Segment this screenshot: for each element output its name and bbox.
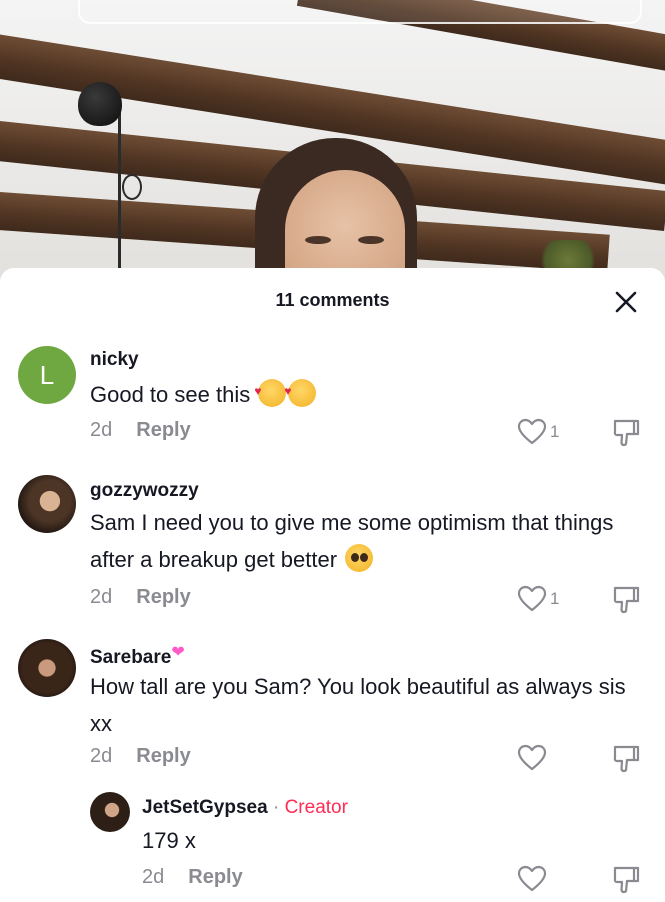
avatar[interactable] <box>18 475 76 533</box>
thumbs-down-outline-icon <box>613 866 640 894</box>
person-eye <box>305 236 331 244</box>
like-button[interactable]: 1 <box>517 418 559 446</box>
comment-username-text: Sarebare <box>90 647 172 668</box>
comments-count-title: 11 comments <box>275 290 390 310</box>
lamp <box>78 82 122 126</box>
smiling-face-with-hearts-icon <box>254 373 287 410</box>
thumbs-down-outline-icon <box>613 419 640 447</box>
comment-meta: 2d Reply <box>90 419 191 442</box>
reply-button[interactable]: Reply <box>188 866 242 888</box>
like-count: 1 <box>550 589 560 608</box>
avatar[interactable]: L <box>18 346 76 404</box>
heart-outline-icon <box>517 585 547 612</box>
reply-button[interactable]: Reply <box>136 745 190 767</box>
lamp-cord <box>118 110 121 285</box>
dislike-button[interactable] <box>612 418 640 453</box>
comment-item: Sarebare❤ How tall are you Sam? You look… <box>0 637 665 777</box>
close-button[interactable] <box>612 288 640 316</box>
like-button[interactable] <box>517 865 547 893</box>
comment-age: 2d <box>90 745 113 767</box>
pink-heart-icon: ❤ <box>171 644 185 661</box>
heart-outline-icon <box>517 744 547 771</box>
lamp-ring <box>122 174 142 200</box>
comment-meta: 2d Reply <box>90 586 191 609</box>
dislike-button[interactable] <box>612 865 640 900</box>
thumbs-down-outline-icon <box>613 586 640 614</box>
comments-sheet: 11 comments L nicky Good to see this 2d R… <box>0 268 665 900</box>
comment-item: gozzywozzy Sam I need you to give me som… <box>0 473 665 623</box>
comment-username[interactable]: gozzywozzy <box>90 480 199 502</box>
thumbs-down-outline-icon <box>613 745 640 773</box>
like-button[interactable]: 1 <box>517 585 559 613</box>
reply-username-row: JetSetGypsea · Creator <box>142 797 348 819</box>
reply-button[interactable]: Reply <box>136 419 190 441</box>
like-count: 1 <box>550 422 560 441</box>
comment-username[interactable]: Sarebare❤ <box>90 642 185 669</box>
reply-meta: 2d Reply <box>142 866 243 889</box>
video-background <box>0 0 665 290</box>
person-eye <box>358 236 384 244</box>
comment-meta: 2d Reply <box>90 745 191 768</box>
avatar[interactable] <box>18 639 76 697</box>
close-icon <box>615 291 637 313</box>
heart-outline-icon <box>517 865 547 892</box>
pleading-face-icon <box>345 544 374 572</box>
dislike-button[interactable] <box>612 744 640 779</box>
reply-username[interactable]: JetSetGypsea <box>142 797 268 818</box>
like-button[interactable] <box>517 744 547 772</box>
comment-text: How tall are you Sam? You look beautiful… <box>90 674 626 736</box>
comment-username[interactable]: nicky <box>90 349 139 371</box>
creator-badge: Creator <box>284 797 348 818</box>
reply-age: 2d <box>142 866 165 888</box>
search-bar[interactable] <box>78 0 642 24</box>
heart-outline-icon <box>517 418 547 445</box>
comment-text: Sam I need you to give me some optimism … <box>90 504 630 578</box>
comment-text-content: Good to see this <box>90 382 251 407</box>
reply-button[interactable]: Reply <box>136 586 190 608</box>
smiling-face-with-hearts-icon <box>284 373 317 410</box>
reply-text: 179 x <box>142 828 196 853</box>
comment-age: 2d <box>90 419 113 441</box>
comment-text: Good to see this <box>90 373 630 413</box>
comment-age: 2d <box>90 586 113 608</box>
dislike-button[interactable] <box>612 585 640 620</box>
avatar[interactable] <box>90 792 130 832</box>
reply-item: JetSetGypsea · Creator 179 x 2d Reply <box>0 792 665 902</box>
comment-item: L nicky Good to see this 2d Reply 1 <box>0 344 665 454</box>
separator-dot: · <box>267 797 285 818</box>
